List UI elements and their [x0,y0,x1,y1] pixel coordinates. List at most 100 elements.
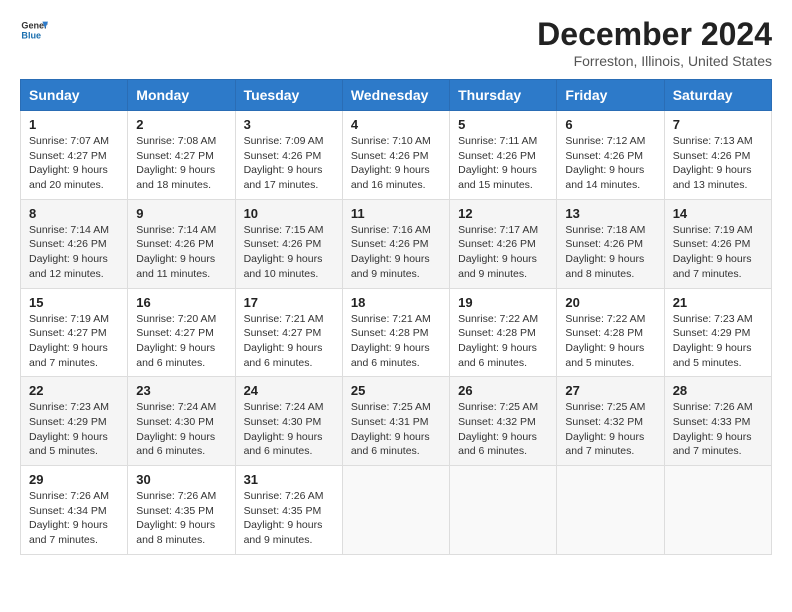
day-info: Sunrise: 7:26 AMSunset: 4:33 PMDaylight:… [673,400,763,459]
day-info: Sunrise: 7:23 AMSunset: 4:29 PMDaylight:… [673,312,763,371]
location: Forreston, Illinois, United States [537,53,772,69]
day-info: Sunrise: 7:07 AMSunset: 4:27 PMDaylight:… [29,134,119,193]
calendar-week-row: 1 Sunrise: 7:07 AMSunset: 4:27 PMDaylight… [21,111,772,200]
weekday-header-monday: Monday [128,80,235,111]
month-title: December 2024 [537,16,772,53]
day-info: Sunrise: 7:15 AMSunset: 4:26 PMDaylight:… [244,223,334,282]
calendar-cell: 19 Sunrise: 7:22 AMSunset: 4:28 PMDayligh… [450,288,557,377]
day-number: 15 [29,295,119,310]
day-info: Sunrise: 7:24 AMSunset: 4:30 PMDaylight:… [244,400,334,459]
day-number: 3 [244,117,334,132]
day-info: Sunrise: 7:21 AMSunset: 4:27 PMDaylight:… [244,312,334,371]
day-number: 25 [351,383,441,398]
calendar-cell: 28 Sunrise: 7:26 AMSunset: 4:33 PMDayligh… [664,377,771,466]
day-info: Sunrise: 7:11 AMSunset: 4:26 PMDaylight:… [458,134,548,193]
day-info: Sunrise: 7:21 AMSunset: 4:28 PMDaylight:… [351,312,441,371]
calendar-cell [342,466,449,555]
calendar-cell: 12Sunrise: 7:17 AMSunset: 4:26 PMDayligh… [450,199,557,288]
calendar-cell: 1 Sunrise: 7:07 AMSunset: 4:27 PMDaylight… [21,111,128,200]
day-info: Sunrise: 7:10 AMSunset: 4:26 PMDaylight:… [351,134,441,193]
calendar-cell: 10 Sunrise: 7:15 AMSunset: 4:26 PMDayligh… [235,199,342,288]
day-info: Sunrise: 7:26 AMSunset: 4:34 PMDaylight:… [29,489,119,548]
title-area: December 2024 Forreston, Illinois, Unite… [537,16,772,69]
calendar-cell: 27Sunrise: 7:25 AMSunset: 4:32 PMDayligh… [557,377,664,466]
day-number: 14 [673,206,763,221]
day-number: 9 [136,206,226,221]
logo: General Blue [20,16,48,44]
calendar-cell: 23 Sunrise: 7:24 AMSunset: 4:30 PMDayligh… [128,377,235,466]
day-number: 23 [136,383,226,398]
day-number: 20 [565,295,655,310]
day-info: Sunrise: 7:24 AMSunset: 4:30 PMDaylight:… [136,400,226,459]
calendar-cell: 7 Sunrise: 7:13 AMSunset: 4:26 PMDaylight… [664,111,771,200]
day-number: 21 [673,295,763,310]
day-number: 19 [458,295,548,310]
day-info: Sunrise: 7:25 AMSunset: 4:32 PMDaylight:… [458,400,548,459]
day-number: 11 [351,206,441,221]
calendar-cell: 15Sunrise: 7:19 AMSunset: 4:27 PMDayligh… [21,288,128,377]
calendar-cell: 5 Sunrise: 7:11 AMSunset: 4:26 PMDaylight… [450,111,557,200]
weekday-header-wednesday: Wednesday [342,80,449,111]
day-number: 2 [136,117,226,132]
day-info: Sunrise: 7:25 AMSunset: 4:32 PMDaylight:… [565,400,655,459]
day-number: 18 [351,295,441,310]
weekday-header-sunday: Sunday [21,80,128,111]
weekday-header-friday: Friday [557,80,664,111]
day-info: Sunrise: 7:22 AMSunset: 4:28 PMDaylight:… [565,312,655,371]
day-number: 5 [458,117,548,132]
day-number: 12 [458,206,548,221]
day-number: 24 [244,383,334,398]
calendar-cell: 16Sunrise: 7:20 AMSunset: 4:27 PMDayligh… [128,288,235,377]
day-number: 26 [458,383,548,398]
day-number: 7 [673,117,763,132]
day-number: 22 [29,383,119,398]
calendar-cell: 6Sunrise: 7:12 AMSunset: 4:26 PMDaylight… [557,111,664,200]
day-info: Sunrise: 7:14 AMSunset: 4:26 PMDaylight:… [29,223,119,282]
calendar-cell [450,466,557,555]
svg-text:Blue: Blue [21,30,41,40]
calendar-cell: 8 Sunrise: 7:14 AMSunset: 4:26 PMDaylight… [21,199,128,288]
day-info: Sunrise: 7:23 AMSunset: 4:29 PMDaylight:… [29,400,119,459]
calendar-cell: 26 Sunrise: 7:25 AMSunset: 4:32 PMDayligh… [450,377,557,466]
calendar-cell: 21 Sunrise: 7:23 AMSunset: 4:29 PMDayligh… [664,288,771,377]
day-number: 8 [29,206,119,221]
calendar-cell: 11 Sunrise: 7:16 AMSunset: 4:26 PMDayligh… [342,199,449,288]
day-info: Sunrise: 7:22 AMSunset: 4:28 PMDaylight:… [458,312,548,371]
calendar-cell: 18 Sunrise: 7:21 AMSunset: 4:28 PMDayligh… [342,288,449,377]
day-number: 6 [565,117,655,132]
day-number: 17 [244,295,334,310]
day-number: 13 [565,206,655,221]
day-number: 4 [351,117,441,132]
day-number: 1 [29,117,119,132]
day-number: 30 [136,472,226,487]
calendar-cell: 17 Sunrise: 7:21 AMSunset: 4:27 PMDayligh… [235,288,342,377]
weekday-header-thursday: Thursday [450,80,557,111]
day-number: 28 [673,383,763,398]
day-number: 29 [29,472,119,487]
calendar-week-row: 8 Sunrise: 7:14 AMSunset: 4:26 PMDaylight… [21,199,772,288]
day-info: Sunrise: 7:20 AMSunset: 4:27 PMDaylight:… [136,312,226,371]
day-info: Sunrise: 7:16 AMSunset: 4:26 PMDaylight:… [351,223,441,282]
calendar-week-row: 22 Sunrise: 7:23 AMSunset: 4:29 PMDayligh… [21,377,772,466]
weekday-header-row: SundayMondayTuesdayWednesdayThursdayFrid… [21,80,772,111]
calendar-cell: 20 Sunrise: 7:22 AMSunset: 4:28 PMDayligh… [557,288,664,377]
weekday-header-saturday: Saturday [664,80,771,111]
weekday-header-tuesday: Tuesday [235,80,342,111]
page-header: General Blue December 2024 Forreston, Il… [20,16,772,69]
day-number: 10 [244,206,334,221]
calendar-cell: 25 Sunrise: 7:25 AMSunset: 4:31 PMDayligh… [342,377,449,466]
day-info: Sunrise: 7:26 AMSunset: 4:35 PMDaylight:… [244,489,334,548]
calendar-week-row: 15Sunrise: 7:19 AMSunset: 4:27 PMDayligh… [21,288,772,377]
calendar-cell: 4 Sunrise: 7:10 AMSunset: 4:26 PMDaylight… [342,111,449,200]
day-info: Sunrise: 7:25 AMSunset: 4:31 PMDaylight:… [351,400,441,459]
calendar-week-row: 29 Sunrise: 7:26 AMSunset: 4:34 PMDayligh… [21,466,772,555]
day-info: Sunrise: 7:09 AMSunset: 4:26 PMDaylight:… [244,134,334,193]
calendar-cell: 14Sunrise: 7:19 AMSunset: 4:26 PMDayligh… [664,199,771,288]
calendar-cell: 3 Sunrise: 7:09 AMSunset: 4:26 PMDaylight… [235,111,342,200]
day-info: Sunrise: 7:18 AMSunset: 4:26 PMDaylight:… [565,223,655,282]
calendar-cell: 2 Sunrise: 7:08 AMSunset: 4:27 PMDaylight… [128,111,235,200]
day-info: Sunrise: 7:13 AMSunset: 4:26 PMDaylight:… [673,134,763,193]
day-info: Sunrise: 7:14 AMSunset: 4:26 PMDaylight:… [136,223,226,282]
calendar-cell: 9 Sunrise: 7:14 AMSunset: 4:26 PMDaylight… [128,199,235,288]
day-info: Sunrise: 7:08 AMSunset: 4:27 PMDaylight:… [136,134,226,193]
